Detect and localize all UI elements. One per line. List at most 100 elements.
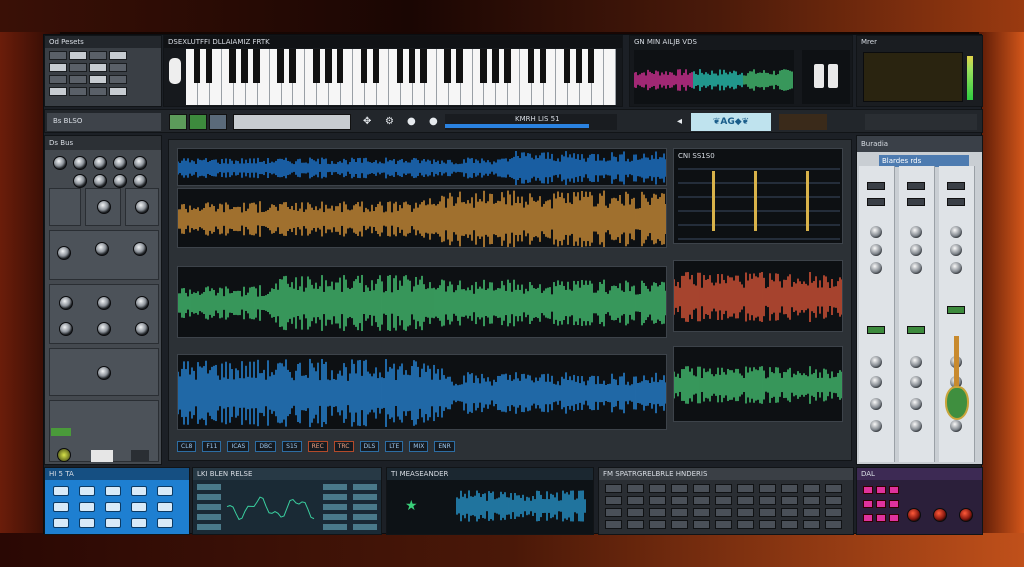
matrix-pad[interactable] <box>737 496 754 505</box>
settings-icon[interactable]: ⚙ <box>385 116 394 127</box>
bank-button[interactable] <box>105 518 121 528</box>
mixer-knob[interactable] <box>910 398 922 410</box>
matrix-pad[interactable] <box>759 484 776 493</box>
rack-knob[interactable] <box>97 322 111 336</box>
black-key[interactable] <box>289 49 296 83</box>
track-synth[interactable] <box>177 266 667 338</box>
mixer-knob[interactable] <box>950 226 962 238</box>
bank-button[interactable] <box>131 518 147 528</box>
matrix-pad[interactable] <box>781 496 798 505</box>
white-key[interactable] <box>472 49 487 105</box>
rack-knob[interactable] <box>113 156 127 170</box>
black-key[interactable] <box>444 49 451 83</box>
bank-button[interactable] <box>53 486 69 496</box>
mixer-button[interactable] <box>907 182 925 190</box>
preset-slot[interactable] <box>49 87 67 96</box>
rack-toggle[interactable] <box>51 428 71 436</box>
mixer-button[interactable] <box>947 306 965 314</box>
black-key[interactable] <box>504 49 511 83</box>
matrix-pad[interactable] <box>693 484 710 493</box>
drum-pad[interactable] <box>876 486 886 494</box>
black-key[interactable] <box>277 49 284 83</box>
rack-knob[interactable] <box>59 322 73 336</box>
track-bass[interactable] <box>177 354 667 430</box>
rack-knob[interactable] <box>57 448 71 462</box>
matrix-pad[interactable] <box>715 508 732 517</box>
matrix-pad[interactable] <box>671 508 688 517</box>
mixer-knob[interactable] <box>950 244 962 256</box>
rack-knob[interactable] <box>133 174 147 188</box>
track-horns[interactable] <box>177 188 667 248</box>
matrix-pad[interactable] <box>781 520 798 529</box>
mixer-button[interactable] <box>867 182 885 190</box>
stop-icon[interactable]: ● <box>407 116 416 127</box>
black-key[interactable] <box>492 49 499 83</box>
white-key[interactable] <box>186 49 201 105</box>
mixer-knob[interactable] <box>950 262 962 274</box>
black-key[interactable] <box>229 49 237 83</box>
mixer-knob[interactable] <box>870 420 882 432</box>
bank-button[interactable] <box>53 502 69 512</box>
bank-button[interactable] <box>105 486 121 496</box>
rack-knob[interactable] <box>97 296 111 310</box>
mix-clip[interactable] <box>673 346 843 422</box>
transport-progress[interactable]: KMRH LIS 51 <box>445 114 617 130</box>
bank-button[interactable] <box>79 486 95 496</box>
rack-knob[interactable] <box>95 242 109 256</box>
bank-button[interactable] <box>53 518 69 528</box>
black-key[interactable] <box>372 49 380 83</box>
black-key[interactable] <box>360 49 368 83</box>
rack-knob[interactable] <box>113 174 127 188</box>
preset-slot[interactable] <box>109 63 127 72</box>
black-key[interactable] <box>324 49 332 83</box>
black-key[interactable] <box>420 49 428 83</box>
tool-selector[interactable] <box>233 114 351 130</box>
rack-knob[interactable] <box>53 156 67 170</box>
mixer-knob[interactable] <box>870 356 882 368</box>
matrix-pad[interactable] <box>715 496 732 505</box>
piano-keyboard[interactable] <box>186 49 616 105</box>
mixer-button[interactable] <box>867 198 885 206</box>
matrix-pad[interactable] <box>627 496 644 505</box>
transport-button[interactable]: F11 <box>202 440 222 452</box>
mixer-knob[interactable] <box>870 226 882 238</box>
matrix-pad[interactable] <box>649 520 666 529</box>
white-key[interactable] <box>556 49 571 105</box>
preset-slot[interactable] <box>109 87 127 96</box>
mixer-knob[interactable] <box>870 398 882 410</box>
detail-editor[interactable]: CNI SS1S0 <box>673 148 843 244</box>
black-key[interactable] <box>408 49 416 83</box>
white-key[interactable] <box>388 49 404 105</box>
matrix-pad[interactable] <box>825 520 842 529</box>
matrix-pad[interactable] <box>781 484 798 493</box>
drum-pad[interactable] <box>876 500 886 508</box>
drum-knob[interactable] <box>907 508 921 522</box>
mixer-knob[interactable] <box>870 262 882 274</box>
matrix-pad[interactable] <box>671 520 688 529</box>
matrix-pad[interactable] <box>737 520 754 529</box>
matrix-pad[interactable] <box>671 484 688 493</box>
mixer-knob[interactable] <box>910 376 922 388</box>
preset-slot[interactable] <box>69 75 87 84</box>
drum-pad[interactable] <box>863 514 873 522</box>
transport-button[interactable]: CL8 <box>177 440 197 452</box>
matrix-pad[interactable] <box>627 484 644 493</box>
preset-slot[interactable] <box>89 51 107 60</box>
matrix-pad[interactable] <box>693 508 710 517</box>
matrix-pad[interactable] <box>803 520 820 529</box>
preset-slot[interactable] <box>49 75 67 84</box>
black-key[interactable] <box>241 49 248 83</box>
mode-button[interactable] <box>209 114 227 130</box>
bank-button[interactable] <box>157 486 173 496</box>
bank-button[interactable] <box>131 486 147 496</box>
drum-knob[interactable] <box>959 508 973 522</box>
matrix-pad[interactable] <box>627 520 644 529</box>
transport-button[interactable]: ICAS <box>227 440 250 452</box>
mixer-knob[interactable] <box>910 262 922 274</box>
mixer-button[interactable] <box>907 326 925 334</box>
white-key[interactable] <box>305 49 320 105</box>
preset-slot[interactable] <box>89 63 107 72</box>
mixer-knob[interactable] <box>870 244 882 256</box>
black-key[interactable] <box>205 49 213 83</box>
rack-knob[interactable] <box>73 156 87 170</box>
